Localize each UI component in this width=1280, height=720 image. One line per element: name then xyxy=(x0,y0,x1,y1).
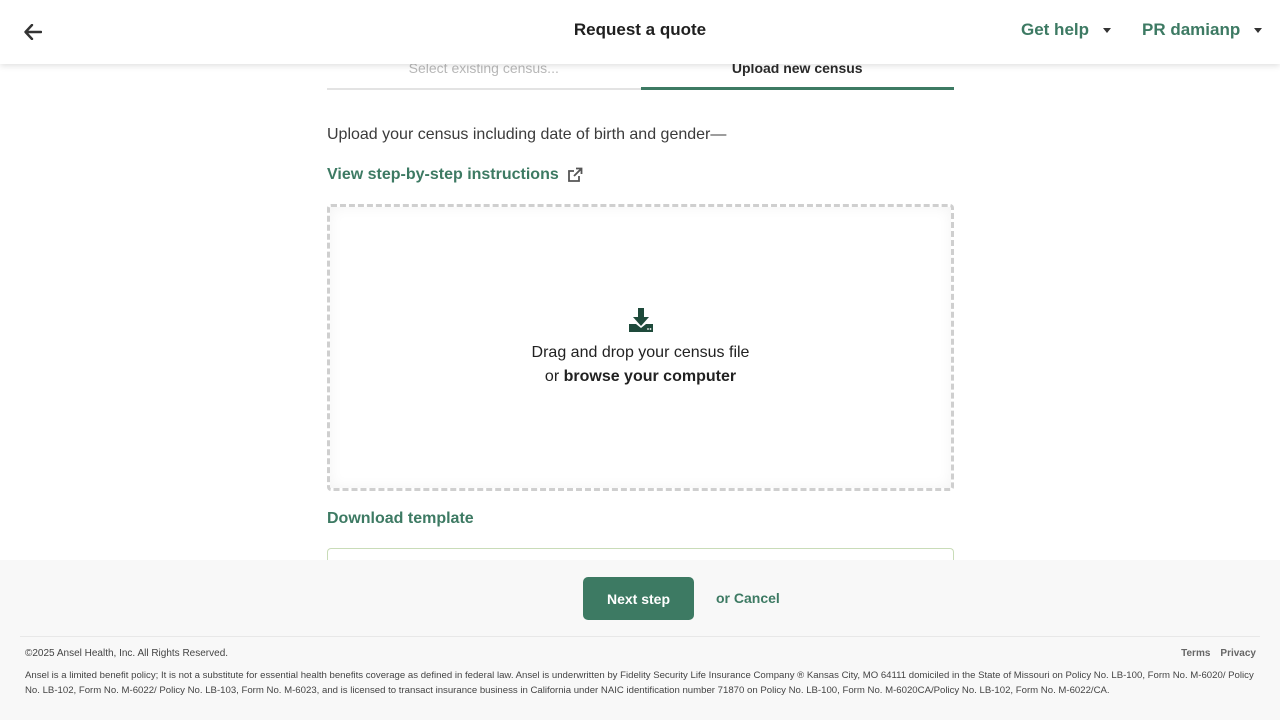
arrow-left-icon xyxy=(24,24,42,40)
dropzone-instruction: Drag and drop your census file xyxy=(531,343,750,361)
instructions-link-label: View step-by-step instructions xyxy=(327,166,559,183)
next-step-button[interactable]: Next step xyxy=(583,577,694,620)
top-header: Request a quote Get help PR damianp xyxy=(0,0,1280,64)
get-help-label: Get help xyxy=(1021,20,1090,39)
download-tray-icon xyxy=(628,307,653,332)
upload-intro-text: Upload your census including date of bir… xyxy=(327,126,727,143)
user-label: PR damianp xyxy=(1142,20,1241,39)
download-template-link[interactable]: Download template xyxy=(327,510,474,528)
dropzone-or-text: or xyxy=(544,367,564,385)
caret-down-icon xyxy=(1254,27,1263,33)
dropzone-browse-line: or browse your computer xyxy=(545,365,736,389)
view-instructions-link[interactable]: View step-by-step instructions xyxy=(327,166,583,184)
copyright-text: ©2025 Ansel Health, Inc. All Rights Rese… xyxy=(25,648,229,659)
back-button[interactable] xyxy=(18,17,48,47)
user-menu[interactable]: PR damianp xyxy=(1142,20,1263,40)
legal-disclaimer: Ansel is a limited benefit policy; It is… xyxy=(25,670,1254,696)
footer-divider xyxy=(20,636,1260,637)
footer: Next step or Cancel ©2025 Ansel Health, … xyxy=(0,560,1280,720)
census-dropzone[interactable]: Drag and drop your census file or browse… xyxy=(327,204,954,491)
browse-computer-link[interactable]: browse your computer xyxy=(564,368,736,385)
get-help-menu[interactable]: Get help xyxy=(1021,20,1112,40)
cancel-link[interactable]: or Cancel xyxy=(716,590,780,606)
legal-links: Terms Privacy xyxy=(1181,648,1256,659)
caret-down-icon xyxy=(1103,27,1112,33)
terms-link[interactable]: Terms xyxy=(1181,648,1210,659)
privacy-link[interactable]: Privacy xyxy=(1220,648,1256,659)
external-link-icon xyxy=(567,167,583,182)
